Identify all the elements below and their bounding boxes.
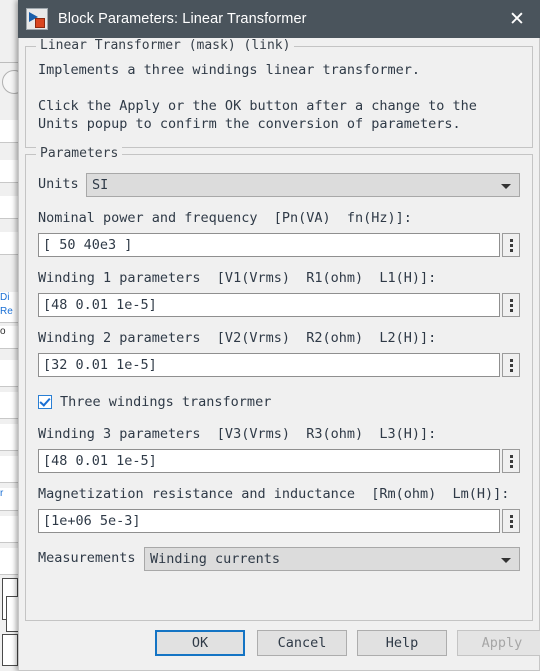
description-line-3: Units popup to confirm the conversion of…: [38, 116, 461, 132]
winding1-field-wrap: [48 0.01 1e-5]: [38, 293, 520, 317]
background-link-row: r: [0, 488, 18, 511]
background-row: [0, 392, 18, 419]
measurements-label: Measurements: [38, 550, 136, 566]
background-shape: [2, 634, 18, 666]
three-windings-checkbox[interactable]: [38, 395, 52, 409]
background-row: [0, 516, 18, 543]
background-link-3: r: [0, 488, 4, 499]
parameters-group: Parameters Units SI Nominal power and fr…: [25, 146, 533, 621]
magnetization-label: Magnetization resistance and inductance …: [38, 486, 510, 502]
background-row: [0, 548, 18, 575]
units-label: Units: [38, 176, 79, 192]
description-group-title: Linear Transformer (mask) (link): [36, 38, 295, 53]
winding2-label: Winding 2 parameters [V2(Vrms) R2(ohm) L…: [38, 330, 437, 346]
winding1-input[interactable]: [48 0.01 1e-5]: [38, 293, 500, 317]
winding1-more-button[interactable]: [502, 293, 520, 317]
help-button[interactable]: Help: [357, 630, 447, 656]
background-link-2: Re: [0, 306, 13, 317]
apply-button: Apply: [457, 630, 540, 656]
winding3-label: Winding 3 parameters [V3(Vrms) R3(ohm) L…: [38, 426, 437, 442]
three-windings-checkbox-row[interactable]: Three windings transformer: [38, 393, 271, 411]
winding3-more-button[interactable]: [502, 449, 520, 473]
description-line-2: Click the Apply or the OK button after a…: [38, 98, 477, 114]
magnetization-input[interactable]: [1e+06 5e-3]: [38, 509, 500, 533]
background-text-row: o: [0, 326, 18, 349]
button-bar: OK Cancel Help Apply: [19, 618, 540, 670]
ok-button[interactable]: OK: [155, 630, 245, 656]
background-link-1: Di: [0, 292, 10, 303]
background-link-row: Re: [0, 306, 18, 323]
winding3-field-wrap: [48 0.01 1e-5]: [38, 449, 520, 473]
nominal-power-more-button[interactable]: [502, 233, 520, 257]
chevron-down-icon: [501, 184, 511, 189]
description-group: Linear Transformer (mask) (link) Impleme…: [25, 38, 533, 148]
magnetization-field-wrap: [1e+06 5e-3]: [38, 509, 520, 533]
measurements-dropdown[interactable]: Winding currents: [144, 547, 520, 571]
simulink-block-icon: [26, 8, 48, 30]
nominal-power-input[interactable]: [ 50 40e3 ]: [38, 233, 500, 257]
cancel-button[interactable]: Cancel: [257, 630, 347, 656]
three-windings-checkbox-label: Three windings transformer: [60, 394, 272, 410]
parameters-group-title: Parameters: [36, 146, 123, 161]
description-line-1: Implements a three windings linear trans…: [38, 62, 421, 78]
background-row: [0, 424, 18, 451]
background-row: [0, 456, 18, 483]
dialog-body: Linear Transformer (mask) (link) Impleme…: [18, 38, 540, 671]
background-window: Di Re o r: [0, 0, 19, 671]
background-row: [0, 232, 18, 255]
measurements-value: Winding currents: [150, 551, 281, 567]
background-row: [0, 120, 18, 143]
magnetization-more-button[interactable]: [502, 509, 520, 533]
background-row: [0, 360, 18, 387]
chevron-down-icon: [501, 558, 511, 563]
nominal-power-field-wrap: [ 50 40e3 ]: [38, 233, 520, 257]
units-dropdown[interactable]: SI: [86, 173, 520, 197]
winding3-input[interactable]: [48 0.01 1e-5]: [38, 449, 500, 473]
close-icon[interactable]: ✕: [494, 0, 540, 38]
winding2-more-button[interactable]: [502, 353, 520, 377]
background-row: [0, 160, 18, 183]
background-toolstrip: [0, 0, 18, 63]
winding2-input[interactable]: [32 0.01 1e-5]: [38, 353, 500, 377]
background-row: [0, 196, 18, 219]
background-circle-icon: [2, 70, 18, 94]
background-text-1: o: [0, 326, 6, 337]
winding2-field-wrap: [32 0.01 1e-5]: [38, 353, 520, 377]
window-title: Block Parameters: Linear Transformer: [58, 11, 307, 27]
block-parameters-dialog: Block Parameters: Linear Transformer ✕ L…: [18, 0, 540, 671]
title-bar: Block Parameters: Linear Transformer ✕: [18, 0, 540, 38]
winding1-label: Winding 1 parameters [V1(Vrms) R1(ohm) L…: [38, 270, 437, 286]
units-value: SI: [92, 177, 109, 193]
nominal-power-label: Nominal power and frequency [Pn(VA) fn(H…: [38, 210, 412, 226]
